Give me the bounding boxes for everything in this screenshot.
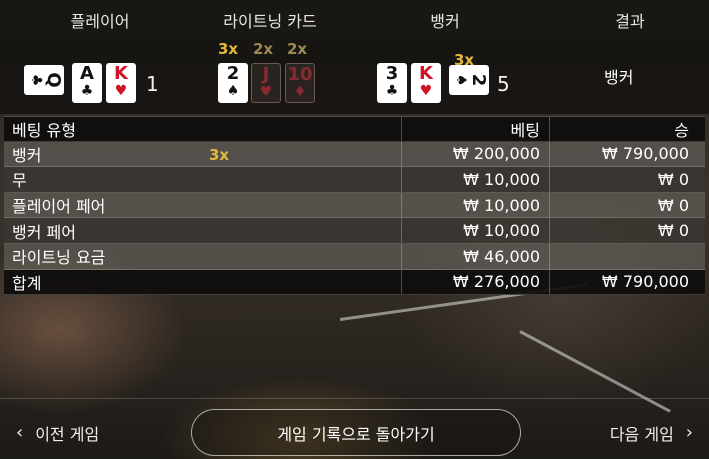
lightning-multiplier: 2x bbox=[287, 40, 308, 58]
bet-amount: ₩ 46,000 bbox=[401, 243, 548, 269]
total-bet: ₩ 276,000 bbox=[401, 269, 548, 295]
row-multiplier: 3x bbox=[209, 145, 230, 164]
lightning-multiplier: 3x bbox=[218, 40, 239, 58]
banker-card: 2 ♠ bbox=[449, 65, 489, 95]
banker-card: 3 ♣ bbox=[377, 63, 407, 103]
bet-type: 무 bbox=[12, 171, 27, 191]
lightning-cards-header: 라이트닝 카드 bbox=[223, 12, 317, 31]
chevron-right-icon: › bbox=[685, 422, 693, 443]
history-footer: ‹ 이전 게임 게임 기록으로 돌아가기 다음 게임 › bbox=[0, 398, 709, 459]
win-amount: ₩ 790,000 bbox=[549, 141, 705, 167]
total-label: 합계 bbox=[12, 273, 42, 293]
column-header: 플레이어 라이트닝 카드 뱅커 결과 bbox=[0, 0, 709, 34]
table-row: 뱅커 페어 ₩ 10,000 ₩ 0 bbox=[4, 218, 705, 244]
banker-card: K ♥ bbox=[411, 63, 441, 103]
next-game-button[interactable]: 다음 게임 › bbox=[610, 421, 693, 445]
lightning-card: 10 ♦ bbox=[285, 63, 315, 103]
table-row: 플레이어 페어 ₩ 10,000 ₩ 0 bbox=[4, 192, 705, 219]
bet-type-header: 베팅 유형 bbox=[12, 120, 76, 140]
bet-amount: ₩ 10,000 bbox=[401, 192, 548, 218]
bet-header: 베팅 bbox=[401, 117, 548, 141]
table-row: 무 ₩ 10,000 ₩ 0 bbox=[4, 167, 705, 193]
lightning-card: J ♥ bbox=[251, 63, 281, 103]
bet-type: 플레이어 페어 bbox=[12, 197, 106, 217]
total-row: 합계 ₩ 276,000 ₩ 790,000 bbox=[4, 269, 705, 296]
player-card: K ♥ bbox=[106, 63, 136, 103]
total-win: ₩ 790,000 bbox=[549, 269, 705, 295]
player-card: A ♣ bbox=[72, 63, 102, 103]
result-header: 결과 bbox=[615, 12, 645, 31]
round-cards: Q ♣ A ♣ K ♥ 1 3x 2x 2x 2 ♠ J ♥ 10 ♦ 3 ♣ K ♥ 3x 2… bbox=[0, 34, 709, 114]
banker-header: 뱅커 bbox=[430, 12, 460, 31]
player-header: 플레이어 bbox=[70, 12, 130, 31]
table-row: 라이트닝 요금 ₩ 46,000 bbox=[4, 243, 705, 270]
win-amount: ₩ 0 bbox=[549, 167, 705, 192]
previous-game-label: 이전 게임 bbox=[35, 425, 100, 444]
chevron-left-icon: ‹ bbox=[16, 422, 24, 443]
player-card: Q ♣ bbox=[24, 65, 64, 95]
bets-table: 베팅 유형 베팅 승 뱅커 3x ₩ 200,000 ₩ 790,000 무 ₩… bbox=[4, 116, 705, 296]
bet-type: 뱅커 페어 bbox=[12, 222, 76, 242]
win-amount: ₩ 0 bbox=[549, 192, 705, 218]
bet-type: 라이트닝 요금 bbox=[12, 248, 106, 268]
bet-amount: ₩ 10,000 bbox=[401, 167, 548, 192]
table-row: 뱅커 3x ₩ 200,000 ₩ 790,000 bbox=[4, 141, 705, 168]
bet-amount: ₩ 200,000 bbox=[401, 141, 548, 167]
bet-type: 뱅커 bbox=[12, 145, 42, 165]
bet-amount: ₩ 10,000 bbox=[401, 218, 548, 243]
win-amount: ₩ 0 bbox=[549, 218, 705, 243]
back-to-history-button[interactable]: 게임 기록으로 돌아가기 bbox=[191, 409, 521, 456]
player-score: 1 bbox=[146, 72, 159, 96]
round-result: 뱅커 bbox=[604, 68, 634, 87]
lightning-card: 2 ♠ bbox=[218, 63, 248, 103]
win-header: 승 bbox=[549, 117, 705, 141]
lightning-multiplier: 2x bbox=[253, 40, 274, 58]
banker-score: 5 bbox=[497, 72, 510, 96]
next-game-label: 다음 게임 bbox=[609, 425, 674, 444]
win-amount bbox=[549, 243, 705, 269]
previous-game-button[interactable]: ‹ 이전 게임 bbox=[16, 421, 99, 445]
table-header-row: 베팅 유형 베팅 승 bbox=[4, 116, 705, 142]
